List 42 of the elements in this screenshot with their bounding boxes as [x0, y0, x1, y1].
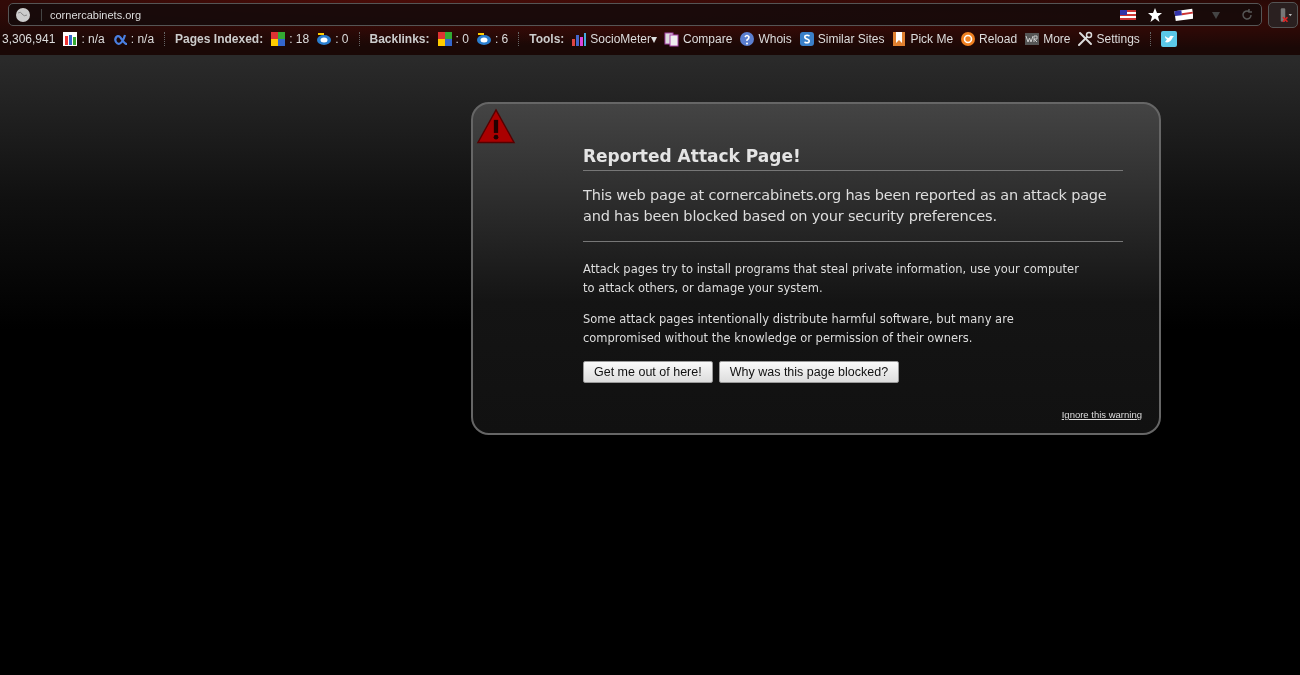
s-badge-icon: [798, 31, 815, 47]
toolbar-label: Backlinks:: [369, 32, 430, 46]
toolbar-tool[interactable]: Pick Me: [891, 31, 954, 47]
ignore-warning-link[interactable]: Ignore this warning: [1061, 409, 1142, 420]
toolbar-stat: : n/a: [62, 31, 105, 47]
toolbar-tool[interactable]: Compare: [664, 31, 733, 47]
toolbar-stat: : 6: [475, 31, 509, 47]
toolbar-stat: : 18: [270, 31, 310, 47]
toolbar-tool[interactable]: Similar Sites: [798, 31, 885, 47]
warning-lead: This web page at cornercabinets.org has been reported as an attack page and has been blocked based on your security preferences.: [583, 185, 1123, 242]
toolbar-label: Tools:: [529, 32, 565, 46]
toolbar-tool[interactable]: Settings: [1077, 31, 1140, 47]
menu-button[interactable]: [1268, 1, 1298, 28]
documents-icon: [664, 31, 681, 47]
reload-circle-icon: [960, 31, 977, 47]
warning-title: Reported Attack Page!: [583, 146, 1123, 171]
globe-icon: [15, 6, 31, 23]
warning-icon: [475, 108, 517, 146]
bookmark-icon: [891, 31, 908, 47]
url-text: cornercabinets.org: [41, 8, 1109, 21]
bar-chart-icon: [571, 31, 588, 47]
warning-paragraph: Some attack pages intentionally distribute harmful software, but many are compromised without the knowledge or permission of their owners.: [583, 311, 1015, 347]
settings-icon: [1077, 31, 1094, 47]
toolbar-stat: : 0: [316, 31, 349, 47]
twitter-icon[interactable]: [1160, 31, 1177, 47]
toolbar-stat: : n/a: [111, 31, 155, 47]
toolbar-tool[interactable]: Reload: [960, 31, 1018, 47]
star-icon: [1147, 6, 1163, 23]
question-icon: [739, 31, 756, 47]
reload-icon: [1239, 6, 1255, 23]
get-out-button[interactable]: Get me out of here!: [583, 361, 713, 383]
toolbar-tool[interactable]: More: [1024, 31, 1071, 47]
toolbar-stat: : 0: [436, 31, 469, 47]
warning-paragraph: Attack pages try to install programs that steal private information, use your computer to attack others, or damage your system.: [583, 261, 1080, 297]
toolbar-stat: 3,306,941: [2, 32, 56, 46]
toolbar-label: Pages Indexed:: [175, 32, 264, 46]
flag-icon: [1173, 6, 1193, 23]
address-bar[interactable]: cornercabinets.org: [8, 3, 1262, 26]
toolbar-tool[interactable]: SocioMeter▾: [571, 31, 658, 47]
wr-logo-icon: [1024, 31, 1041, 47]
why-blocked-button[interactable]: Why was this page blocked?: [718, 361, 900, 383]
toolbar-tool[interactable]: Whois: [739, 31, 792, 47]
